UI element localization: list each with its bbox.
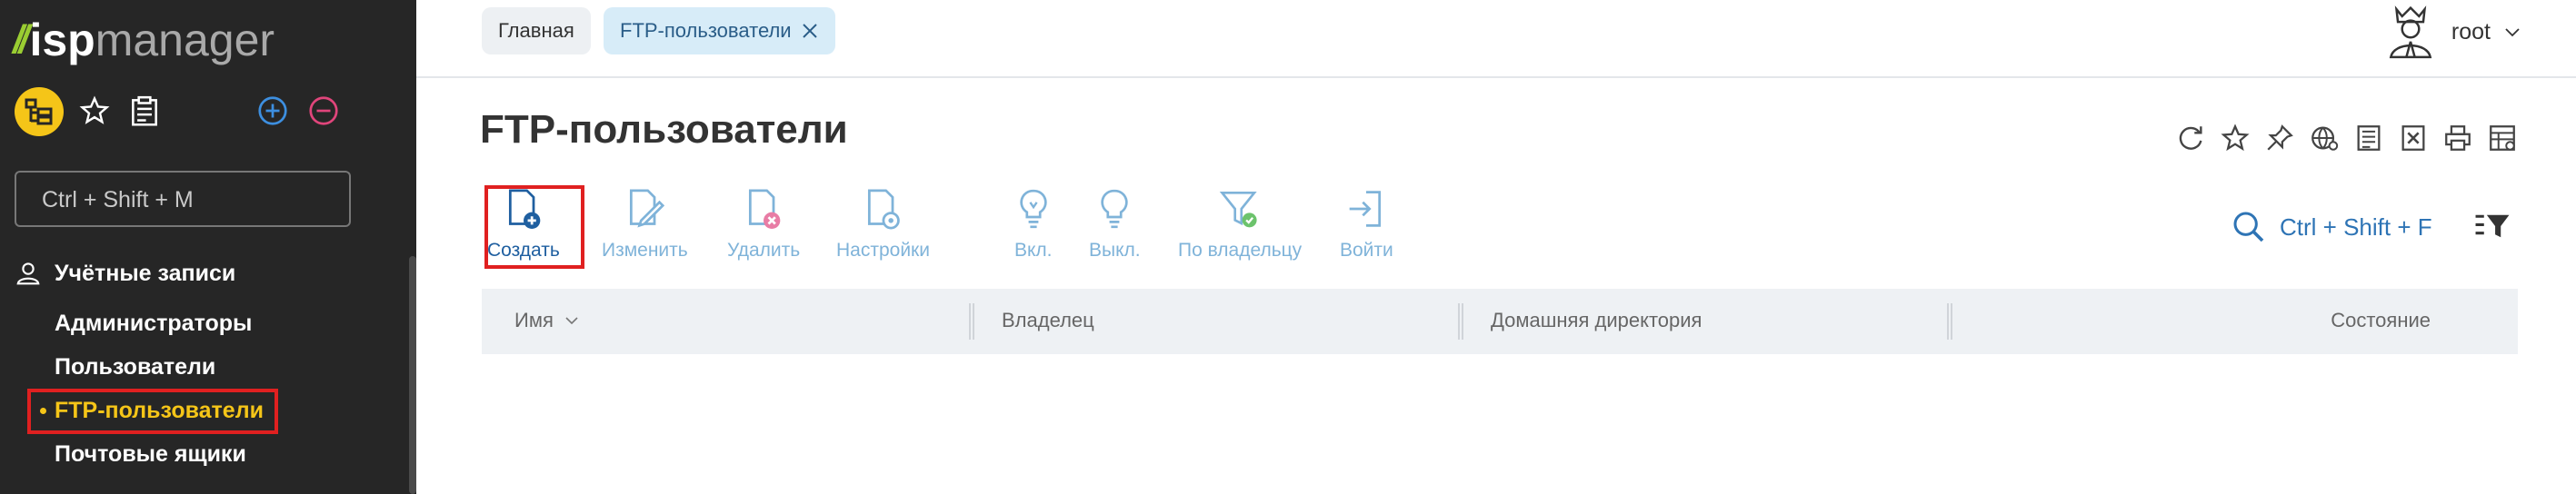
login-as-button-label: Войти (1340, 240, 1393, 261)
filter-by-owner-label: По владельцу (1178, 240, 1303, 261)
table-settings-icon[interactable] (2486, 122, 2519, 154)
table-search[interactable]: Ctrl + Shift + F (2231, 209, 2432, 245)
table-search-hint: Ctrl + Shift + F (2280, 212, 2432, 241)
sidebar-item-users[interactable]: Пользователи (55, 354, 215, 380)
tab-home-label: Главная (498, 19, 574, 42)
sidebar: // isp manager Ctrl + Shift + M Учётные … (0, 0, 416, 494)
column-resizer[interactable] (1947, 303, 1952, 340)
edit-icon (630, 189, 665, 228)
column-header-home-directory[interactable]: Домашняя директория (1491, 309, 1702, 332)
logo-text-isp: isp (29, 15, 95, 65)
edit-button-label: Изменить (602, 240, 688, 261)
column-status-label: Состояние (2331, 309, 2431, 331)
sort-chevron-down-icon (565, 317, 578, 325)
column-header-name[interactable]: Имя (514, 309, 579, 332)
star-icon[interactable] (78, 94, 111, 127)
tree-icon (25, 98, 53, 125)
notes-icon[interactable] (127, 94, 162, 129)
settings-document-icon (868, 189, 901, 230)
export-excel-icon[interactable] (2397, 122, 2430, 154)
settings-button-label: Настройки (836, 240, 930, 261)
print-icon[interactable] (2441, 122, 2474, 154)
enable-button[interactable]: Вкл. (1014, 183, 1053, 262)
pin-icon[interactable] (2263, 122, 2296, 154)
lightbulb-off-icon (1101, 189, 1128, 229)
logo-text-manager: manager (95, 15, 275, 65)
filter-icon (2475, 214, 2510, 238)
avatar-icon (2389, 5, 2432, 59)
column-name-label: Имя (514, 309, 554, 331)
sidebar-section-label: Учётные записи (55, 260, 236, 286)
expand-all-icon[interactable] (256, 94, 289, 127)
highlight-box-ftp-users (27, 389, 278, 434)
sidebar-section-accounts[interactable]: Учётные записи (15, 260, 235, 287)
menu-search-input[interactable]: Ctrl + Shift + M (15, 171, 351, 227)
edit-button[interactable]: Изменить (602, 183, 688, 262)
login-icon (1350, 191, 1382, 227)
column-resizer[interactable] (969, 303, 974, 340)
column-header-owner[interactable]: Владелец (1002, 309, 1094, 332)
document-list-icon[interactable] (2352, 122, 2385, 154)
disable-button-label: Выкл. (1089, 240, 1141, 261)
sidebar-toolbar (15, 87, 396, 138)
list-actions (2174, 122, 2519, 154)
filter-button[interactable] (2474, 211, 2511, 246)
top-bar: Главная FTP-пользователи root (416, 0, 2576, 78)
user-menu[interactable]: root (2382, 0, 2521, 64)
filter-by-owner-button[interactable]: По владельцу (1178, 183, 1302, 262)
delete-button-label: Удалить (727, 240, 801, 261)
filter-owner-icon (1219, 191, 1257, 228)
logo[interactable]: // isp manager (13, 7, 275, 73)
favorite-star-icon[interactable] (2219, 122, 2252, 154)
user-icon (16, 262, 40, 285)
sidebar-scrollbar[interactable] (409, 256, 416, 494)
column-home-label: Домашняя директория (1491, 309, 1702, 331)
table-header: Имя Владелец Домашняя директория Состоян… (482, 289, 2518, 354)
sidebar-item-administrators[interactable]: Администраторы (55, 311, 252, 337)
lightbulb-on-icon (1020, 189, 1047, 229)
column-owner-label: Владелец (1002, 309, 1094, 331)
refresh-icon[interactable] (2174, 122, 2207, 154)
chevron-down-icon (2505, 28, 2520, 37)
tree-menu-button[interactable] (15, 87, 64, 136)
column-header-status[interactable]: Состояние (2331, 309, 2431, 332)
logo-mark-icon: // (13, 17, 30, 62)
highlight-box-create (484, 185, 584, 269)
column-resizer[interactable] (1458, 303, 1463, 340)
tab-home[interactable]: Главная (482, 7, 591, 54)
tab-ftp-users-label: FTP-пользователи (620, 19, 792, 42)
page-title: FTP-пользователи (480, 107, 848, 152)
delete-button[interactable]: Удалить (727, 183, 800, 262)
username: root (2451, 18, 2491, 44)
login-as-button[interactable]: Войти (1340, 183, 1393, 262)
globe-settings-icon[interactable] (2308, 122, 2341, 154)
search-icon (2233, 212, 2264, 242)
enable-button-label: Вкл. (1014, 240, 1053, 261)
disable-button[interactable]: Выкл. (1089, 183, 1141, 262)
settings-button[interactable]: Настройки (836, 183, 930, 262)
sidebar-item-mailboxes[interactable]: Почтовые ящики (55, 441, 246, 468)
tab-ftp-users[interactable]: FTP-пользователи (604, 7, 835, 54)
collapse-all-icon[interactable] (307, 94, 340, 127)
delete-document-icon (749, 189, 781, 229)
close-icon[interactable] (801, 22, 819, 40)
